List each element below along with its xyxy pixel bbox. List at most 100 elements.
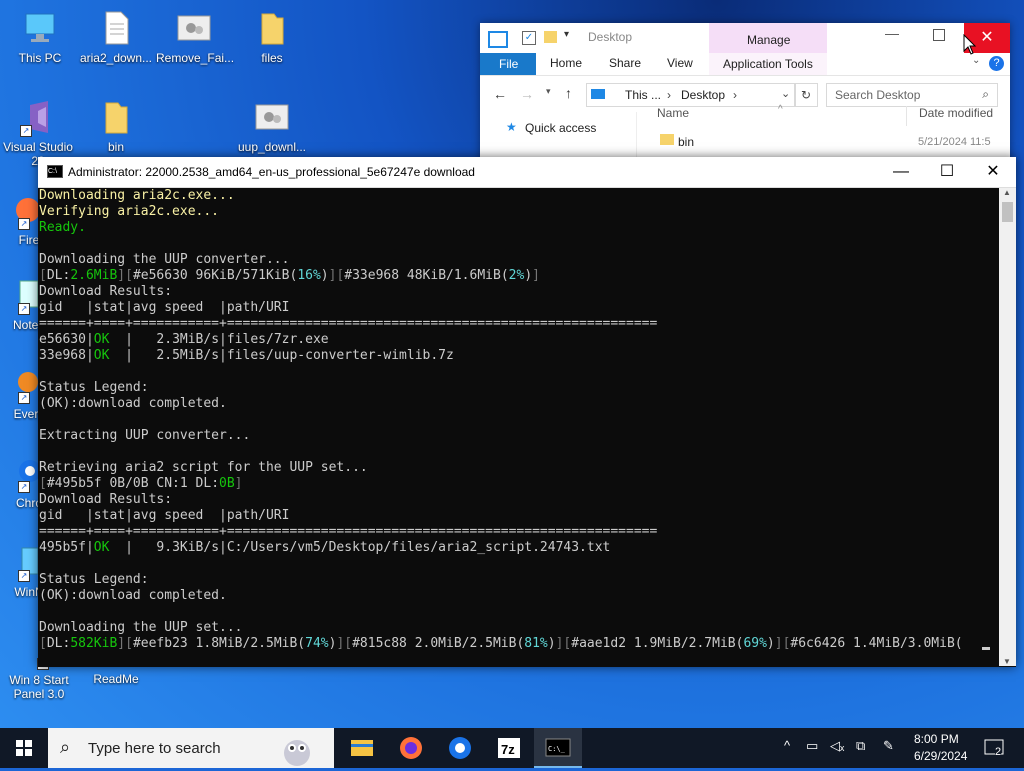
taskbar-7zip[interactable]: 7z <box>485 728 533 768</box>
scroll-up-icon[interactable]: ▲ <box>1003 188 1011 197</box>
console-line: Downloading the UUP converter... <box>39 252 999 268</box>
console-text: ][ <box>117 268 133 283</box>
shortcut-arrow-icon: ↗ <box>18 218 30 230</box>
svg-text:7z: 7z <box>501 742 515 757</box>
start-button[interactable] <box>0 728 48 768</box>
minimize-button[interactable]: — <box>885 25 899 41</box>
quick-access-dropdown-icon[interactable]: ▾ <box>564 29 569 40</box>
console-text: gid |stat|avg speed |path/URI <box>39 300 290 315</box>
shortcut-arrow-icon: ↗ <box>20 125 32 137</box>
console-line: [#495b5f 0B/0B CN:1 DL:0B] <box>39 476 999 492</box>
desktop-icon-label: ReadMe <box>93 672 139 686</box>
network-icon[interactable]: ▭ <box>806 738 818 754</box>
taskbar-firefox[interactable] <box>387 728 435 768</box>
console-text: ] <box>234 476 243 491</box>
column-header-name[interactable]: Name <box>657 106 689 120</box>
console-text: ][ <box>774 636 791 651</box>
recent-locations-icon[interactable]: ▾ <box>546 86 551 97</box>
console-line: [DL:582KiB][#eefb23 1.8MiB/2.5MiB(74%)][… <box>39 636 999 652</box>
console-text: ) <box>547 636 556 651</box>
taskbar-search-box[interactable]: ⌕ Type here to search <box>48 728 334 768</box>
folder-icon[interactable] <box>544 31 557 43</box>
file-row-name[interactable]: bin <box>678 135 694 149</box>
tab-share[interactable]: Share <box>609 56 641 70</box>
checkbox-icon[interactable]: ✓ <box>522 31 536 45</box>
notification-center-button[interactable]: 2 <box>980 728 1010 768</box>
address-bar[interactable]: This ... › Desktop › ⌄ <box>586 83 796 107</box>
desktop-icon-uup-download[interactable]: uup_downl... <box>234 97 310 154</box>
column-header-date-modified[interactable]: Date modified <box>906 106 1023 126</box>
scroll-down-icon[interactable]: ▼ <box>1003 657 1011 666</box>
cmd-title-bar[interactable]: C:\ Administrator: 22000.2538_amd64_en-u… <box>38 157 1016 188</box>
console-output[interactable]: Downloading aria2c.exe... Verifying aria2… <box>39 188 999 666</box>
desktop-icon-label: Fire <box>18 233 40 247</box>
shortcut-arrow-icon: ↗ <box>18 392 30 404</box>
cmd-icon: C:\_ <box>545 738 571 757</box>
desktop-icon-label: Chro <box>15 496 42 510</box>
console-text: ][ <box>117 636 133 651</box>
minimize-button[interactable]: — <box>878 157 924 187</box>
tab-home[interactable]: Home <box>550 56 582 70</box>
manage-context-tab[interactable]: Manage <box>709 23 827 53</box>
breadcrumb-desktop[interactable]: Desktop <box>681 88 725 102</box>
console-text: | 2.5MiB/s|files/uup-converter-wimlib.7z <box>109 348 454 363</box>
console-text: 69% <box>743 636 767 651</box>
console-text: ) <box>320 268 329 283</box>
search-desktop-input[interactable]: Search Desktop ⌕ <box>826 83 998 107</box>
desktop-icon-files[interactable]: files <box>234 8 310 65</box>
forward-arrow-icon[interactable]: → <box>520 86 534 102</box>
console-text: Downloading aria2c.exe... <box>39 188 235 203</box>
tab-file[interactable]: File <box>480 53 536 75</box>
display-icon[interactable]: ⧉ <box>856 738 865 754</box>
maximize-button[interactable]: ☐ <box>924 157 970 187</box>
back-arrow-icon[interactable]: ← <box>493 86 507 102</box>
ribbon-expand-icon[interactable]: ⌄ <box>972 55 980 66</box>
everything-icon: ↗ <box>0 364 40 404</box>
scrollbar-thumb[interactable] <box>1002 202 1013 222</box>
refresh-icon[interactable]: ↻ <box>794 83 818 107</box>
pen-icon[interactable]: ✎ <box>883 738 894 754</box>
console-text: gid |stat|avg speed |path/URI <box>39 508 290 523</box>
console-line: Downloading the UUP set... <box>39 620 999 636</box>
desktop-icon-bin[interactable]: bin <box>78 97 154 154</box>
taskbar-command-prompt[interactable]: C:\_ <box>534 728 582 768</box>
breadcrumb-this-pc[interactable]: This ... <box>625 88 661 102</box>
explorer-title-bar[interactable]: ✓ ▾ Desktop Manage — ✕ <box>480 23 1010 53</box>
console-line: Status Legend: <box>39 380 999 396</box>
shortcut-arrow-icon: ↗ <box>18 303 30 315</box>
maximize-button[interactable] <box>933 29 945 41</box>
desktop-icon-this-pc[interactable]: This PC <box>2 8 78 65</box>
show-hidden-icons-chevron-icon[interactable]: ^ <box>784 738 790 753</box>
console-text: Ready. <box>39 220 86 235</box>
nav-quick-access[interactable]: Quick access <box>525 121 596 135</box>
visual-studio-icon: ↗ <box>18 97 58 137</box>
clock-time[interactable]: 8:00 PM <box>914 732 959 746</box>
console-text: Download Results: <box>39 284 173 299</box>
desktop-icon-aria2-download[interactable]: aria2_down... <box>78 8 154 65</box>
help-icon[interactable]: ? <box>989 56 1004 71</box>
close-button[interactable]: ✕ <box>970 157 1016 187</box>
folder-icon <box>660 134 674 145</box>
console-text: DL: <box>46 268 71 283</box>
console-line: Verifying aria2c.exe... <box>39 204 999 220</box>
console-text: (OK):download completed. <box>39 588 227 603</box>
up-arrow-icon[interactable]: ↑ <box>565 85 572 101</box>
explorer-window-icon <box>488 31 508 48</box>
desktop-icon-label: Win 8 Start Panel 3.0 <box>9 673 69 701</box>
command-prompt-window[interactable]: C:\ Administrator: 22000.2538_amd64_en-u… <box>38 157 1016 667</box>
desktop-icon-readme[interactable]: ReadMe <box>78 672 154 686</box>
volume-muted-icon[interactable]: ◁ₓ <box>830 738 844 754</box>
tab-application-tools[interactable]: Application Tools <box>709 53 827 75</box>
console-scrollbar[interactable]: ▲ ▼ <box>999 188 1016 666</box>
taskbar-file-explorer[interactable] <box>338 728 386 768</box>
clock-date[interactable]: 6/29/2024 <box>914 749 967 763</box>
taskbar-chrome[interactable] <box>436 728 484 768</box>
console-text: 74% <box>305 636 329 651</box>
address-dropdown-icon[interactable]: ⌄ <box>781 87 790 100</box>
console-text: ][ <box>555 636 572 651</box>
desktop-icon-remove-fai[interactable]: Remove_Fai... <box>156 8 234 65</box>
file-row-date: 5/21/2024 11:5 <box>918 136 991 148</box>
console-text: Verifying aria2c.exe... <box>39 204 220 219</box>
tab-view[interactable]: View <box>667 56 693 70</box>
file-explorer-window[interactable]: ✓ ▾ Desktop Manage — ✕ File Home Share V… <box>480 23 1010 174</box>
